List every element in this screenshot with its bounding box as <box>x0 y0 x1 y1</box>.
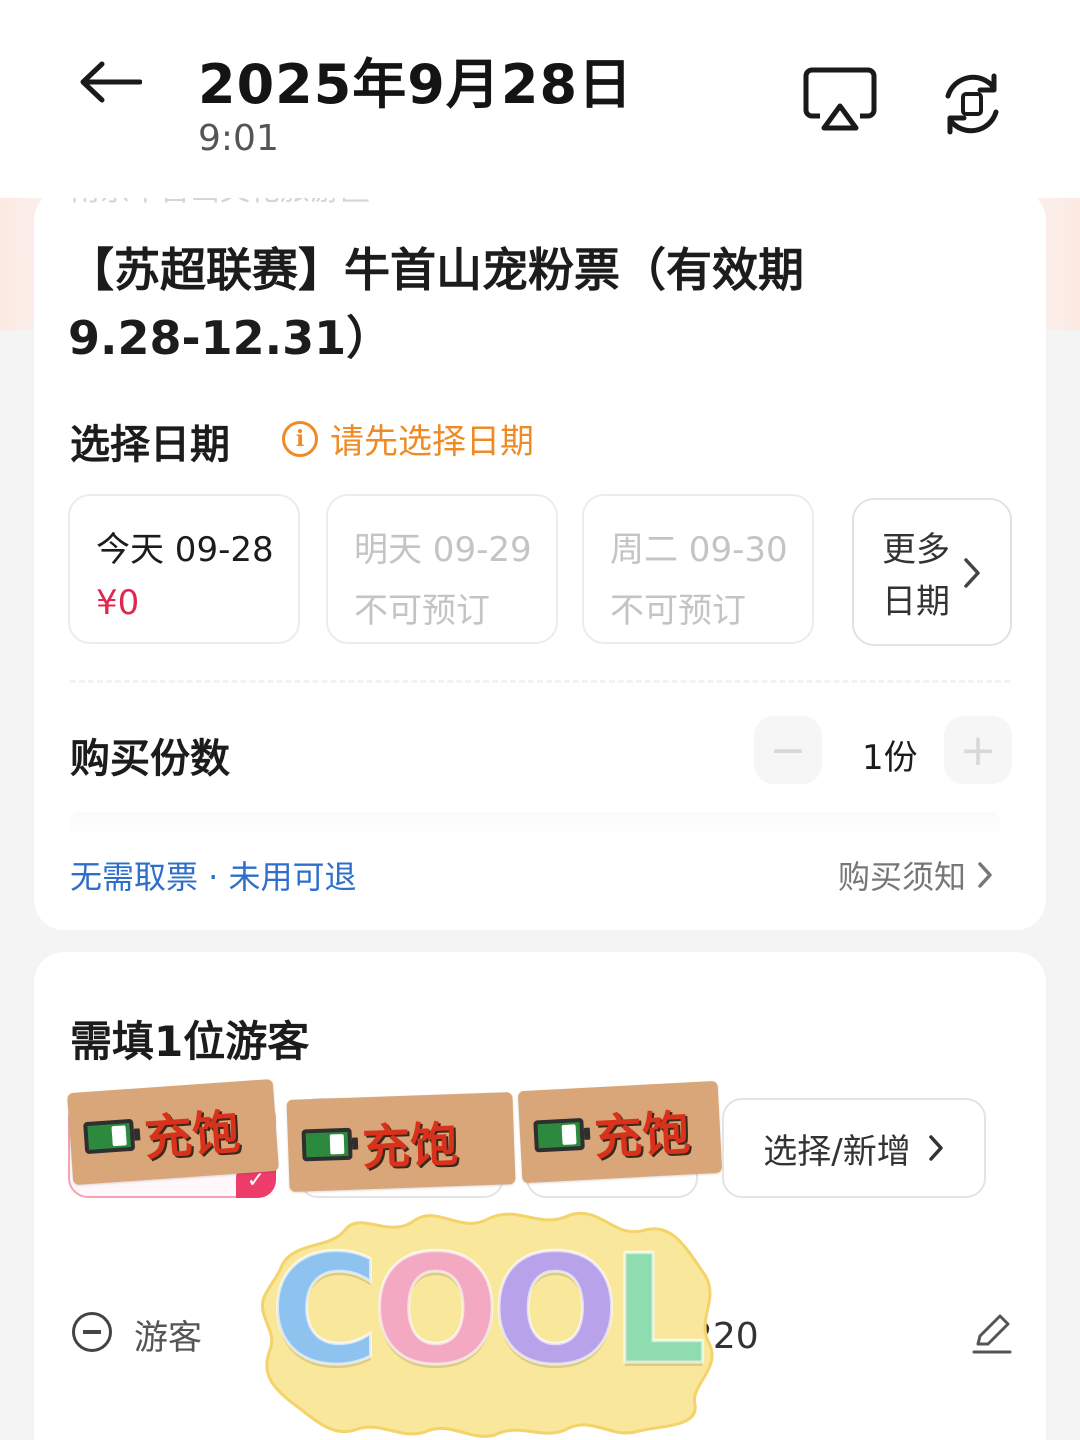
battery-sticker: 充饱 <box>286 1092 516 1192</box>
date-option-tomorrow[interactable]: 明天 09-29 不可预订 <box>326 494 558 644</box>
refund-policy-text: 无需取票 · 未用可退 <box>70 858 357 896</box>
screenshot-time: 9:01 <box>198 118 279 159</box>
more-dates-button[interactable]: 更多 日期 <box>852 498 1012 646</box>
battery-icon <box>301 1127 353 1162</box>
chevron-right-icon <box>964 558 980 588</box>
chevron-right-icon <box>978 862 992 888</box>
divider <box>70 680 1010 686</box>
quantity-value: 1份 <box>862 738 918 778</box>
cool-letter: O <box>371 1224 502 1398</box>
chevron-right-icon <box>928 1135 943 1161</box>
cool-letter: C <box>268 1224 381 1398</box>
quantity-minus-button[interactable]: − <box>754 716 822 784</box>
purchase-notice-link[interactable]: 购买须知 <box>838 852 994 898</box>
guest-row-label: 游客 <box>134 1318 202 1358</box>
screenshot-date: 2025年9月28日 <box>198 53 634 116</box>
edit-pencil-icon[interactable] <box>966 1308 1016 1358</box>
battery-icon <box>533 1117 585 1153</box>
cast-icon[interactable] <box>800 60 880 140</box>
info-icon: i <box>282 420 318 457</box>
quantity-label: 购买份数 <box>70 736 230 782</box>
cool-letter: O <box>490 1224 621 1398</box>
ticket-title: 【苏超联赛】牛首山宠粉票（有效期 9.28-12.31） <box>68 243 804 365</box>
remove-guest-icon[interactable] <box>72 1312 112 1352</box>
battery-icon <box>83 1118 136 1155</box>
battery-sticker: 充饱 <box>67 1078 279 1186</box>
cool-sticker: COOL <box>250 1200 720 1440</box>
date-hint: i 请先选择日期 <box>282 414 534 463</box>
header-bar: 2025年9月28日 9:01 <box>0 0 1080 198</box>
cool-letter: L <box>610 1224 709 1398</box>
band-divider <box>70 812 1000 842</box>
select-add-guest-button[interactable]: 选择/新增 <box>722 1098 986 1198</box>
battery-sticker: 充饱 <box>517 1080 723 1184</box>
cool-letters: COOL <box>268 1224 708 1398</box>
select-date-label: 选择日期 <box>70 422 230 468</box>
quantity-plus-button[interactable]: + <box>944 716 1012 784</box>
date-option-tuesday[interactable]: 周二 09-30 不可预订 <box>582 494 814 644</box>
rotate-screen-icon[interactable] <box>934 66 1010 142</box>
guest-count-label: 需填1位游客 <box>70 1017 310 1066</box>
back-arrow-icon[interactable] <box>70 42 150 122</box>
date-option-today[interactable]: 今天 09-28 ¥0 <box>68 494 300 644</box>
